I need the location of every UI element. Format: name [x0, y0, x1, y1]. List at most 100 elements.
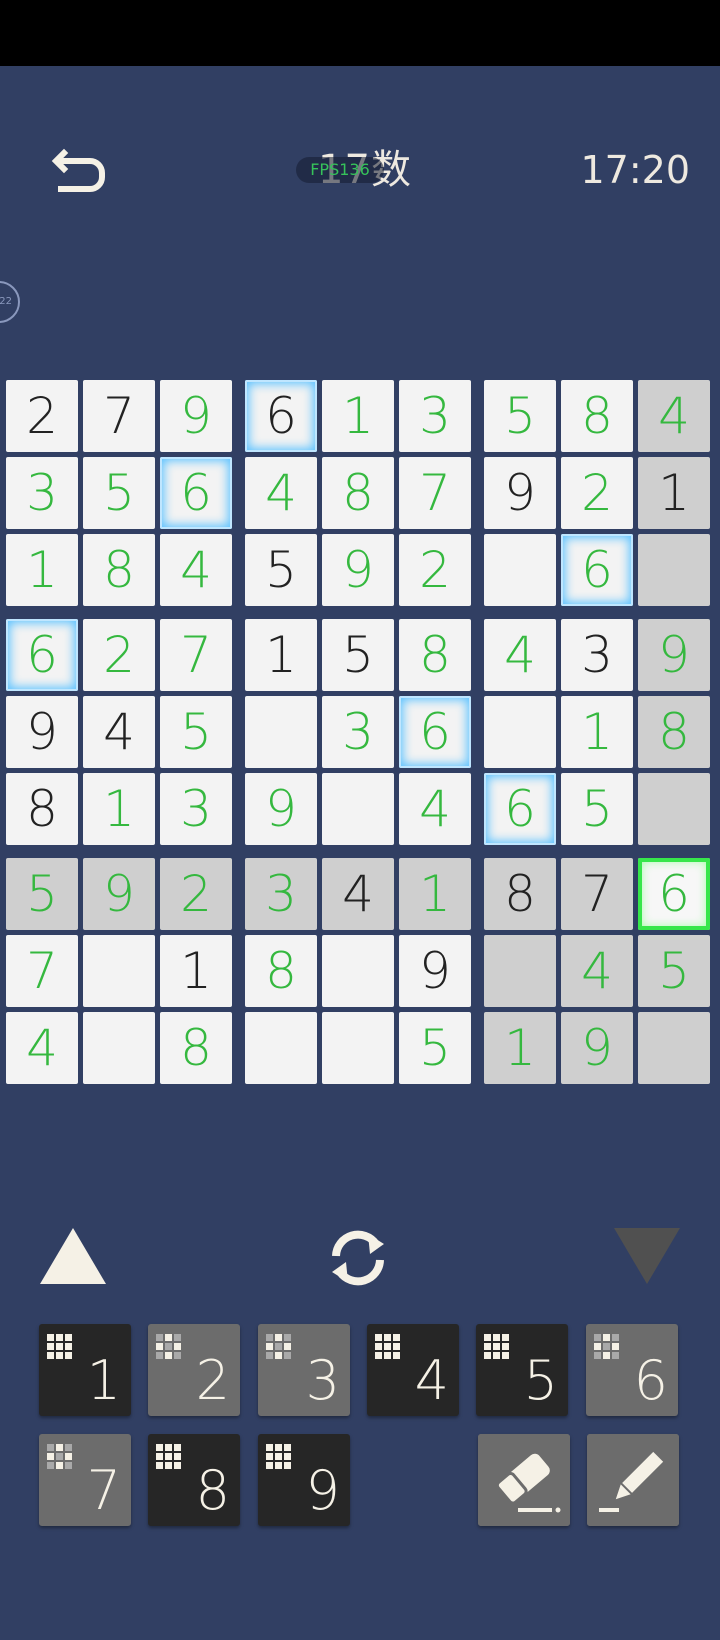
sudoku-cell-r6-c5[interactable] — [322, 773, 394, 845]
sudoku-cell-r5-c6[interactable]: 6 — [399, 696, 471, 768]
number-key-7[interactable]: 7 — [39, 1434, 131, 1526]
sudoku-cell-r8-c1[interactable]: 7 — [6, 935, 78, 1007]
sudoku-cell-r5-c4[interactable] — [245, 696, 317, 768]
sudoku-cell-r4-c2[interactable]: 2 — [83, 619, 155, 691]
sudoku-cell-r6-c1[interactable]: 8 — [6, 773, 78, 845]
sudoku-cell-r6-c8[interactable]: 5 — [561, 773, 633, 845]
sudoku-cell-r2-c2[interactable]: 5 — [83, 457, 155, 529]
sudoku-cell-r1-c8[interactable]: 8 — [561, 380, 633, 452]
sudoku-cell-r3-c6[interactable]: 2 — [399, 534, 471, 606]
sudoku-cell-r7-c5[interactable]: 4 — [322, 858, 394, 930]
sudoku-cell-r8-c9[interactable]: 5 — [638, 935, 710, 1007]
sudoku-cell-r7-c2[interactable]: 9 — [83, 858, 155, 930]
sudoku-cell-r8-c4[interactable]: 8 — [245, 935, 317, 1007]
sudoku-cell-r9-c1[interactable]: 4 — [6, 1012, 78, 1084]
sudoku-cell-r7-c4[interactable]: 3 — [245, 858, 317, 930]
sudoku-cell-r1-c1[interactable]: 2 — [6, 380, 78, 452]
number-key-label: 7 — [86, 1459, 121, 1522]
sudoku-cell-r6-c7[interactable]: 6 — [484, 773, 556, 845]
number-key-4[interactable]: 4 — [367, 1324, 459, 1416]
triangle-up-icon[interactable] — [40, 1228, 106, 1284]
number-key-6[interactable]: 6 — [586, 1324, 678, 1416]
sudoku-cell-r8-c5[interactable] — [322, 935, 394, 1007]
sudoku-cell-r6-c9[interactable] — [638, 773, 710, 845]
mini-grid-icon — [266, 1334, 291, 1359]
sudoku-cell-r1-c6[interactable]: 3 — [399, 380, 471, 452]
sudoku-cell-r4-c8[interactable]: 3 — [561, 619, 633, 691]
sudoku-cell-r2-c7[interactable]: 9 — [484, 457, 556, 529]
sudoku-cell-r3-c4[interactable]: 5 — [245, 534, 317, 606]
sudoku-cell-r9-c8[interactable]: 9 — [561, 1012, 633, 1084]
sudoku-cell-r5-c3[interactable]: 5 — [160, 696, 232, 768]
sudoku-cell-r9-c6[interactable]: 5 — [399, 1012, 471, 1084]
sudoku-cell-r4-c5[interactable]: 5 — [322, 619, 394, 691]
sudoku-cell-r4-c4[interactable]: 1 — [245, 619, 317, 691]
sudoku-cell-r8-c2[interactable] — [83, 935, 155, 1007]
sudoku-cell-r1-c5[interactable]: 1 — [322, 380, 394, 452]
number-key-1[interactable]: 1 — [39, 1324, 131, 1416]
number-key-8[interactable]: 8 — [148, 1434, 240, 1526]
sudoku-cell-r3-c7[interactable] — [484, 534, 556, 606]
sudoku-cell-r9-c2[interactable] — [83, 1012, 155, 1084]
sudoku-cell-r1-c9[interactable]: 4 — [638, 380, 710, 452]
sudoku-cell-r9-c5[interactable] — [322, 1012, 394, 1084]
sudoku-cell-r5-c5[interactable]: 3 — [322, 696, 394, 768]
sudoku-cell-r4-c6[interactable]: 8 — [399, 619, 471, 691]
sudoku-cell-r5-c9[interactable]: 8 — [638, 696, 710, 768]
sudoku-cell-r2-c8[interactable]: 2 — [561, 457, 633, 529]
sudoku-cell-r6-c3[interactable]: 3 — [160, 773, 232, 845]
sudoku-cell-r1-c7[interactable]: 5 — [484, 380, 556, 452]
sudoku-cell-r6-c2[interactable]: 1 — [83, 773, 155, 845]
sudoku-cell-r8-c3[interactable]: 1 — [160, 935, 232, 1007]
sudoku-cell-r7-c9[interactable]: 6 — [638, 858, 710, 930]
number-key-3[interactable]: 3 — [258, 1324, 350, 1416]
sudoku-cell-r5-c7[interactable] — [484, 696, 556, 768]
triangle-down-icon[interactable] — [614, 1228, 680, 1284]
sudoku-cell-r3-c3[interactable]: 4 — [160, 534, 232, 606]
sudoku-cell-r8-c6[interactable]: 9 — [399, 935, 471, 1007]
sudoku-cell-r7-c7[interactable]: 8 — [484, 858, 556, 930]
sudoku-cell-r5-c1[interactable]: 9 — [6, 696, 78, 768]
number-key-9[interactable]: 9 — [258, 1434, 350, 1526]
sudoku-cell-r7-c8[interactable]: 7 — [561, 858, 633, 930]
sudoku-cell-r6-c4[interactable]: 9 — [245, 773, 317, 845]
sudoku-cell-r1-c2[interactable]: 7 — [83, 380, 155, 452]
sudoku-cell-r4-c9[interactable]: 9 — [638, 619, 710, 691]
sudoku-cell-r9-c7[interactable]: 1 — [484, 1012, 556, 1084]
sudoku-cell-r6-c6[interactable]: 4 — [399, 773, 471, 845]
number-key-label: 8 — [195, 1459, 230, 1522]
sudoku-cell-r2-c4[interactable]: 4 — [245, 457, 317, 529]
sudoku-cell-r8-c8[interactable]: 4 — [561, 935, 633, 1007]
number-key-5[interactable]: 5 — [476, 1324, 568, 1416]
sudoku-cell-r8-c7[interactable] — [484, 935, 556, 1007]
sudoku-cell-r1-c4[interactable]: 6 — [245, 380, 317, 452]
sudoku-cell-r3-c1[interactable]: 1 — [6, 534, 78, 606]
sudoku-cell-r4-c7[interactable]: 4 — [484, 619, 556, 691]
sudoku-cell-r9-c9[interactable] — [638, 1012, 710, 1084]
sudoku-cell-r9-c3[interactable]: 8 — [160, 1012, 232, 1084]
sudoku-cell-r3-c8[interactable]: 6 — [561, 534, 633, 606]
sudoku-cell-r3-c2[interactable]: 8 — [83, 534, 155, 606]
number-key-2[interactable]: 2 — [148, 1324, 240, 1416]
sudoku-cell-r7-c1[interactable]: 5 — [6, 858, 78, 930]
eraser-icon[interactable] — [478, 1434, 570, 1526]
number-key-label: 9 — [305, 1459, 340, 1522]
sudoku-cell-r7-c3[interactable]: 2 — [160, 858, 232, 930]
sudoku-cell-r2-c3[interactable]: 6 — [160, 457, 232, 529]
sudoku-cell-r3-c9[interactable] — [638, 534, 710, 606]
pencil-icon[interactable] — [587, 1434, 679, 1526]
sudoku-cell-r2-c1[interactable]: 3 — [6, 457, 78, 529]
sudoku-cell-r2-c6[interactable]: 7 — [399, 457, 471, 529]
sudoku-cell-r5-c2[interactable]: 4 — [83, 696, 155, 768]
sudoku-cell-r7-c6[interactable]: 1 — [399, 858, 471, 930]
sudoku-cell-r4-c3[interactable]: 7 — [160, 619, 232, 691]
sudoku-cell-r2-c9[interactable]: 1 — [638, 457, 710, 529]
sudoku-cell-r2-c5[interactable]: 8 — [322, 457, 394, 529]
refresh-icon[interactable] — [322, 1222, 394, 1294]
sudoku-cell-r9-c4[interactable] — [245, 1012, 317, 1084]
sudoku-cell-r4-c1[interactable]: 6 — [6, 619, 78, 691]
sudoku-cell-r1-c3[interactable]: 9 — [160, 380, 232, 452]
sudoku-cell-r3-c5[interactable]: 9 — [322, 534, 394, 606]
sudoku-cell-r5-c8[interactable]: 1 — [561, 696, 633, 768]
mini-grid-icon — [156, 1444, 181, 1469]
